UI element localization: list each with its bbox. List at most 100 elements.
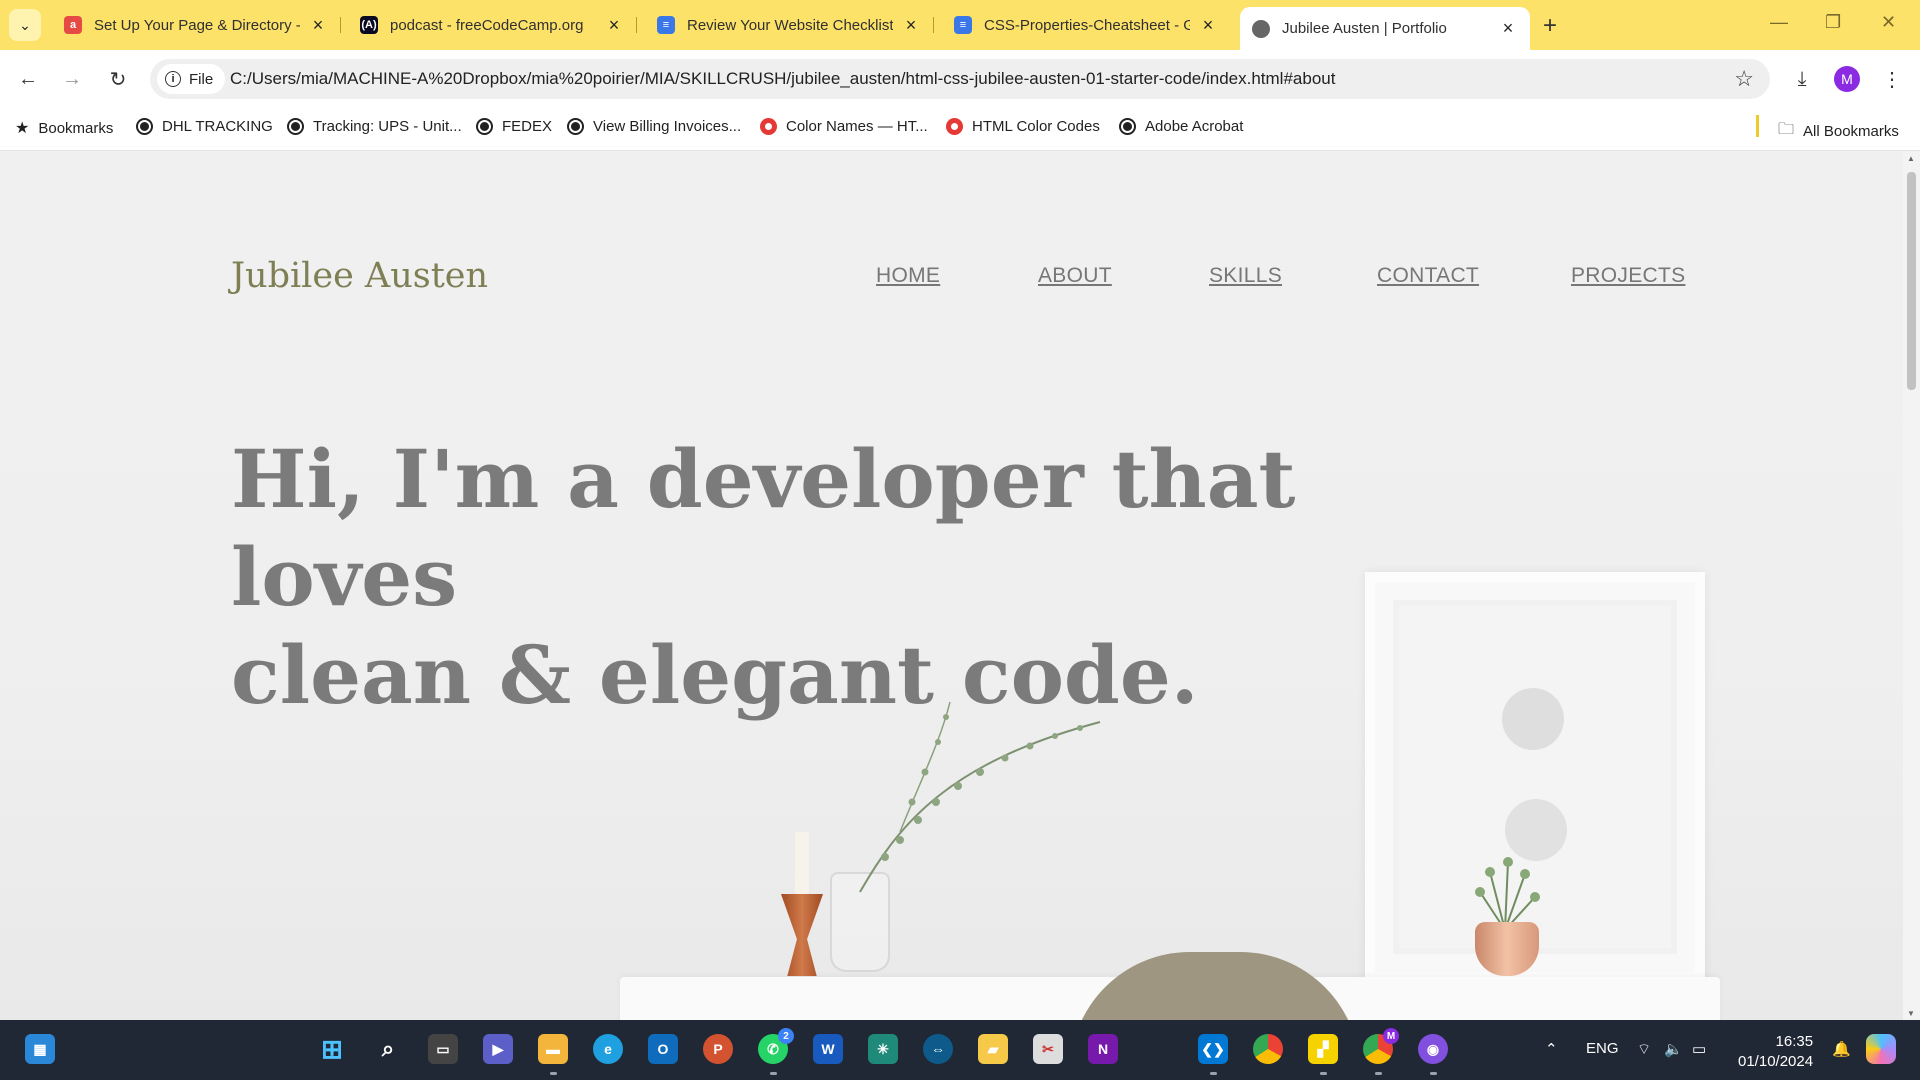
onenote-icon[interactable]: N [1088,1034,1118,1064]
folder-icon: 🗀 [1778,121,1795,138]
bookmark-label: Tracking: UPS - Unit... [313,118,462,135]
url-text[interactable]: C:/Users/mia/MACHINE-A%20Dropbox/mia%20p… [230,69,1335,89]
close-icon[interactable]: × [604,15,624,35]
profile-avatar[interactable]: M [1834,66,1860,92]
close-icon[interactable]: × [308,15,328,35]
file-explorer-icon[interactable]: ▬ [538,1034,568,1064]
nav-home[interactable]: HOME [876,264,940,288]
bookmark-item[interactable]: FEDEX [476,118,552,135]
close-icon[interactable]: × [1198,15,1218,35]
windows-start-icon[interactable]: ⊞ [317,1034,347,1064]
bookmark-item[interactable]: Adobe Acrobat [1119,118,1243,135]
task-view-icon[interactable]: ▭ [428,1034,458,1064]
reload-icon[interactable]: ↻ [103,64,133,94]
scroll-down-icon[interactable]: ▼ [1907,1009,1915,1018]
profile-badge: M [1383,1028,1399,1044]
bookmark-label: All Bookmarks [1803,123,1899,140]
clock-date: 01/10/2024 [1738,1053,1814,1070]
globe-icon [1119,118,1136,135]
red-circle-icon [760,118,777,135]
forward-icon[interactable]: → [57,64,87,94]
volume-icon[interactable]: 🔈 [1664,1040,1683,1058]
chrome-profile-icon[interactable]: M [1363,1028,1399,1064]
tab-title: Review Your Website Checklist [687,16,893,34]
wifi-icon[interactable]: ⌔ [1637,1040,1651,1059]
globe-icon [567,118,584,135]
close-window-button[interactable]: ✕ [1881,12,1896,33]
chevron-up-icon[interactable]: ⌃ [1545,1040,1558,1058]
tab-podcast[interactable]: (A) podcast - freeCodeCamp.org × [348,7,637,43]
tab-review-checklist[interactable]: ≡ Review Your Website Checklist × [645,7,934,43]
powerpoint-icon[interactable]: P [703,1034,733,1064]
minimize-button[interactable]: — [1770,12,1788,33]
tab-css-cheatsheet[interactable]: ≡ CSS-Properties-Cheatsheet - Go × [942,7,1230,43]
back-icon[interactable]: ← [13,64,43,94]
scrollbar-thumb[interactable] [1907,172,1916,390]
site-logo[interactable]: Jubilee Austen [231,256,488,296]
copper-pot-image [1475,922,1539,976]
nav-skills[interactable]: SKILLS [1209,264,1282,288]
tab-setup-page[interactable]: a Set Up Your Page & Directory - × [52,7,341,43]
tab-title: Set Up Your Page & Directory - [94,16,300,34]
tab-jubilee-portfolio[interactable]: Jubilee Austen | Portfolio × [1240,7,1530,50]
search-icon[interactable]: ⌕ [373,1034,403,1064]
site-info-chip[interactable]: i File [157,64,226,94]
freecodecamp-favicon-icon: (A) [360,16,378,34]
whatsapp-icon[interactable]: ✆ 2 [758,1028,794,1064]
app-star-icon[interactable]: ✳ [868,1034,898,1064]
bookmark-star-icon[interactable]: ☆ [1734,66,1754,92]
skillcrush-favicon-icon: a [64,16,82,34]
battery-icon[interactable]: ▭ [1692,1040,1706,1058]
notification-bell-icon[interactable]: 🔔 [1832,1040,1851,1058]
file-manager-icon[interactable]: ▰ [978,1034,1008,1064]
running-indicator [1320,1072,1327,1075]
bookmark-item[interactable]: HTML Color Codes [946,118,1100,135]
outlook-icon[interactable]: O [648,1034,678,1064]
tab-search-button[interactable]: ⌄ [9,9,41,41]
chrome-icon[interactable] [1253,1034,1283,1064]
system-clock[interactable]: 16:35 01/10/2024 [1738,1032,1813,1072]
scroll-up-icon[interactable]: ▲ [1907,154,1915,163]
info-icon: i [165,71,181,87]
chair-image [1070,952,1360,1020]
close-icon[interactable]: × [1498,18,1518,39]
bookmark-label: View Billing Invoices... [593,118,742,135]
teams-chat-icon[interactable]: ▶ [483,1034,513,1064]
language-indicator[interactable]: ENG [1586,1040,1619,1057]
page-scrollbar[interactable]: ▲ ▼ [1903,152,1920,1020]
download-icon[interactable]: ⤓ [1787,64,1817,94]
bookmark-label: Bookmarks [38,119,114,137]
bookmark-item[interactable]: Tracking: UPS - Unit... [287,118,462,135]
windows-taskbar: ▦ ⊞ ⌕ ▭ ▶ ▬ e O P ✆ 2 W ✳ ⇔ ▰ ✂ N ❮❯ ▞ M … [0,1020,1920,1080]
bookmark-label: FEDEX [502,118,553,135]
bookmark-label: Adobe Acrobat [1145,118,1244,135]
globe-icon [287,118,304,135]
red-circle-icon [946,118,963,135]
close-icon[interactable]: × [901,15,921,35]
menu-kebab-icon[interactable]: ⋮ [1877,64,1907,94]
all-bookmarks-button[interactable]: 🗀 All Bookmarks [1778,118,1899,145]
copilot-icon[interactable] [1866,1034,1896,1064]
notification-badge: 2 [778,1028,794,1044]
vscode-icon[interactable]: ❮❯ [1198,1034,1228,1064]
new-tab-button[interactable]: + [1543,12,1557,40]
nav-contact[interactable]: CONTACT [1377,264,1479,288]
bookmark-item[interactable]: View Billing Invoices... [567,118,741,135]
nav-about[interactable]: ABOUT [1038,264,1112,288]
sticky-notes-icon[interactable]: ▞ [1308,1034,1338,1064]
restore-button[interactable]: ❐ [1825,12,1841,33]
bookmark-item[interactable]: ★ Bookmarks [15,118,113,138]
bookmark-item[interactable]: DHL TRACKING [136,118,273,135]
widgets-icon[interactable]: ▦ [25,1034,55,1064]
bookmark-item[interactable]: Color Names — HT... [760,118,928,135]
nav-projects[interactable]: PROJECTS [1571,264,1685,288]
chevron-down-icon: ⌄ [19,16,31,33]
edge-icon[interactable]: e [593,1034,623,1064]
tab-title: Jubilee Austen | Portfolio [1282,20,1447,37]
word-icon[interactable]: W [813,1034,843,1064]
teamviewer-icon[interactable]: ⇔ [923,1034,953,1064]
github-desktop-icon[interactable]: ◉ [1418,1034,1448,1064]
snipping-tool-icon[interactable]: ✂ [1033,1034,1063,1064]
address-bar[interactable]: i File C:/Users/mia/MACHINE-A%20Dropbox/… [150,59,1770,99]
star-icon: ★ [15,120,30,137]
